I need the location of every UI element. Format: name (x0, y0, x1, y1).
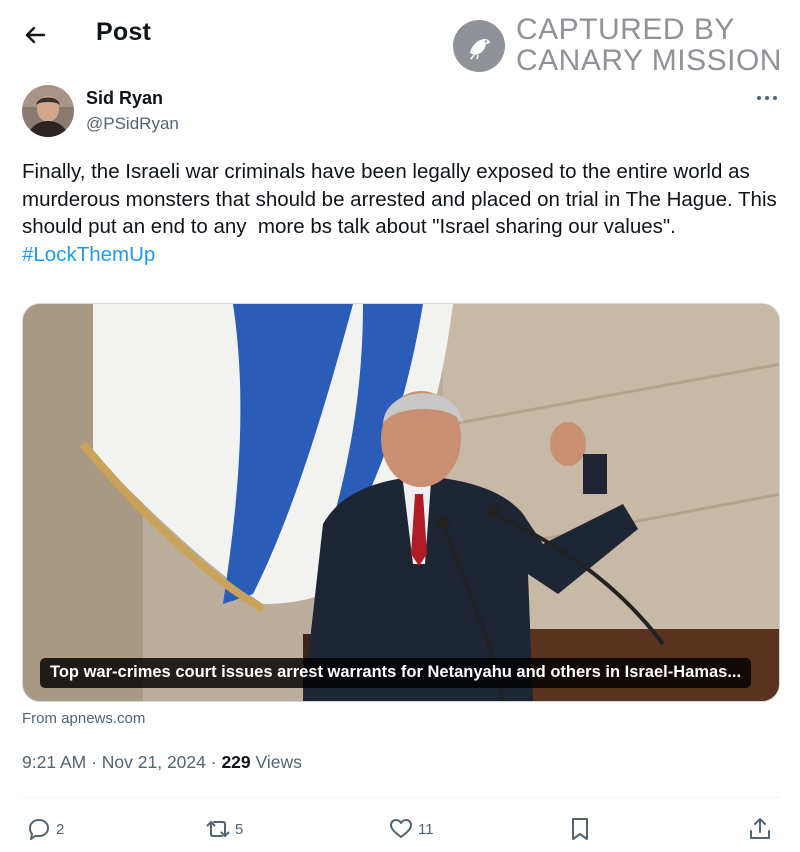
post-header: Post CAPTURED BY CANARY MISSION (0, 0, 800, 76)
share-icon (750, 818, 770, 839)
link-preview-card[interactable]: Top war-crimes court issues arrest warra… (22, 303, 780, 702)
reply-count: 2 (56, 820, 65, 838)
views-label: Views (250, 752, 302, 772)
more-dots-icon[interactable] (752, 90, 782, 106)
bookmark-button[interactable] (567, 814, 593, 844)
watermark-line-2: CANARY MISSION (516, 44, 782, 77)
hashtag-link[interactable]: #LockThemUp (22, 243, 155, 266)
tweet-text: Finally, the Israeli war criminals have … (22, 158, 782, 268)
article-photo (23, 304, 779, 701)
like-button[interactable]: 11 (388, 814, 434, 844)
canary-mission-watermark: CAPTURED BY CANARY MISSION (452, 14, 792, 78)
post-meta: 9:21 AM · Nov 21, 2024 · 229 Views (22, 752, 302, 773)
post-date[interactable]: Nov 21, 2024 (102, 752, 206, 772)
author-handle[interactable]: @PSidRyan (86, 114, 179, 134)
tweet-body: Finally, the Israeli war criminals have … (22, 160, 783, 238)
arrow-left-icon[interactable] (20, 20, 50, 50)
watermark-text: CAPTURED BY CANARY MISSION (516, 14, 782, 76)
article-headline: Top war-crimes court issues arrest warra… (40, 658, 752, 688)
avatar-image (22, 85, 74, 137)
views-count: 229 (221, 752, 251, 772)
watermark-line-1: CAPTURED BY (516, 13, 735, 46)
meta-separator-2: · (205, 752, 222, 772)
meta-separator: · (86, 752, 102, 772)
link-source[interactable]: From apnews.com (22, 710, 145, 727)
author-name[interactable]: Sid Ryan (86, 88, 163, 109)
like-count: 11 (418, 820, 434, 838)
repost-button[interactable]: 5 (205, 814, 243, 844)
bookmark-icon (572, 818, 588, 840)
share-button[interactable] (747, 814, 773, 844)
heart-icon (390, 819, 412, 838)
repost-icon (206, 821, 230, 837)
repost-count: 5 (235, 820, 244, 838)
reply-icon (29, 819, 49, 840)
avatar[interactable] (22, 85, 74, 137)
post-time[interactable]: 9:21 AM (22, 752, 86, 772)
canary-logo-icon (453, 20, 505, 72)
divider (22, 797, 780, 798)
reply-button[interactable]: 2 (26, 814, 64, 844)
page-title: Post (96, 18, 151, 46)
